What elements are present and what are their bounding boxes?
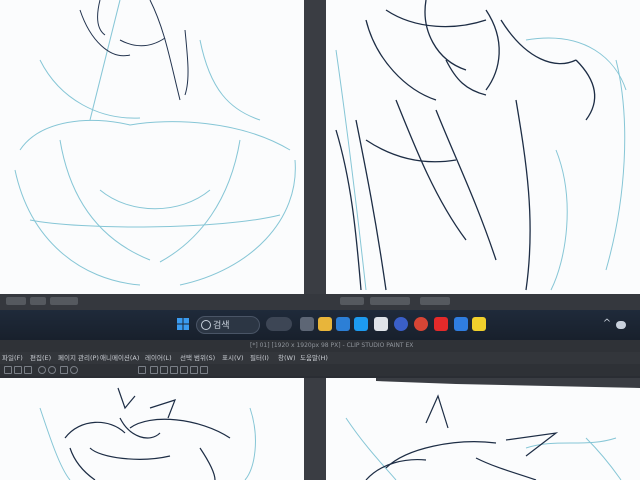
menu-item-edit[interactable]: 편집(E) bbox=[30, 352, 51, 364]
menu-item-help[interactable]: 도움말(H) bbox=[300, 352, 328, 364]
menu-bar: 파일(F) 편집(E) 페이지 관리(P) 애니메이션(A) 레이어(L) 선택… bbox=[0, 352, 640, 364]
grid-icon[interactable] bbox=[200, 366, 208, 374]
sketch-drawing bbox=[39, 387, 256, 480]
eraser-icon[interactable] bbox=[170, 366, 178, 374]
canvas-divider bbox=[304, 378, 326, 480]
task-view-icon[interactable] bbox=[300, 317, 314, 331]
line-art-drawing bbox=[345, 378, 640, 480]
save-icon[interactable] bbox=[24, 366, 32, 374]
fill-icon[interactable] bbox=[180, 366, 188, 374]
menu-item-layer[interactable]: 레이어(L) bbox=[145, 352, 172, 364]
open-icon[interactable] bbox=[14, 366, 22, 374]
pen-icon[interactable] bbox=[150, 366, 158, 374]
strip-control[interactable] bbox=[340, 297, 364, 305]
clip-studio-icon[interactable] bbox=[472, 317, 486, 331]
app-title: [*] 01] [1920 x 1920px 98 PX] - CLIP STU… bbox=[250, 342, 414, 349]
chevron-up-icon[interactable]: ^ bbox=[600, 317, 614, 331]
line-art-drawing bbox=[335, 0, 627, 291]
canvas-panel-top-right[interactable] bbox=[326, 0, 640, 294]
strip-control[interactable] bbox=[370, 297, 410, 305]
select-icon[interactable] bbox=[138, 366, 146, 374]
strip-control[interactable] bbox=[6, 297, 26, 305]
menu-item-selection[interactable]: 선택 범위(S) bbox=[180, 352, 215, 364]
layer-icon[interactable] bbox=[190, 366, 198, 374]
brush-icon[interactable] bbox=[160, 366, 168, 374]
command-bar bbox=[0, 364, 640, 376]
clear-icon[interactable] bbox=[60, 366, 68, 374]
menu-item-animation[interactable]: 애니메이션(A) bbox=[100, 352, 139, 364]
strip-control[interactable] bbox=[420, 297, 450, 305]
menu-item-page[interactable]: 페이지 관리(P) bbox=[58, 352, 99, 364]
canvas-panel-bottom-right[interactable] bbox=[326, 378, 640, 480]
menu-item-view[interactable]: 표시(V) bbox=[222, 352, 243, 364]
app-icon[interactable] bbox=[394, 317, 408, 331]
search-icon bbox=[201, 320, 211, 330]
canvas-panel-bottom-left[interactable] bbox=[0, 378, 304, 480]
windows-start-icon[interactable] bbox=[176, 317, 190, 331]
strip-control[interactable] bbox=[30, 297, 46, 305]
menu-item-window[interactable]: 창(W) bbox=[278, 352, 295, 364]
browser-icon[interactable] bbox=[336, 317, 350, 331]
search-placeholder: 검색 bbox=[213, 321, 230, 331]
twitter-icon[interactable] bbox=[354, 317, 368, 331]
widgets-icon[interactable] bbox=[266, 317, 292, 331]
transform-icon[interactable] bbox=[70, 366, 78, 374]
canvas-panel-top-left[interactable] bbox=[0, 0, 304, 294]
cloud-icon[interactable] bbox=[616, 321, 626, 329]
chrome-icon[interactable] bbox=[414, 317, 428, 331]
strip-control[interactable] bbox=[50, 297, 78, 305]
file-explorer-icon[interactable] bbox=[318, 317, 332, 331]
canvas-status-strip bbox=[0, 294, 640, 310]
menu-item-filter[interactable]: 필터(I) bbox=[250, 352, 269, 364]
redo-icon[interactable] bbox=[48, 366, 56, 374]
undo-icon[interactable] bbox=[38, 366, 46, 374]
taskbar: 검색 ^ bbox=[0, 310, 640, 340]
sketch-drawing bbox=[14, 0, 296, 286]
app-icon[interactable] bbox=[454, 317, 468, 331]
youtube-icon[interactable] bbox=[434, 317, 448, 331]
app-icon[interactable] bbox=[374, 317, 388, 331]
new-icon[interactable] bbox=[4, 366, 12, 374]
search-input[interactable]: 검색 bbox=[196, 316, 260, 334]
canvas-divider bbox=[304, 0, 326, 294]
menu-item-file[interactable]: 파일(F) bbox=[2, 352, 23, 364]
app-titlebar: [*] 01] [1920 x 1920px 98 PX] - CLIP STU… bbox=[0, 340, 640, 352]
